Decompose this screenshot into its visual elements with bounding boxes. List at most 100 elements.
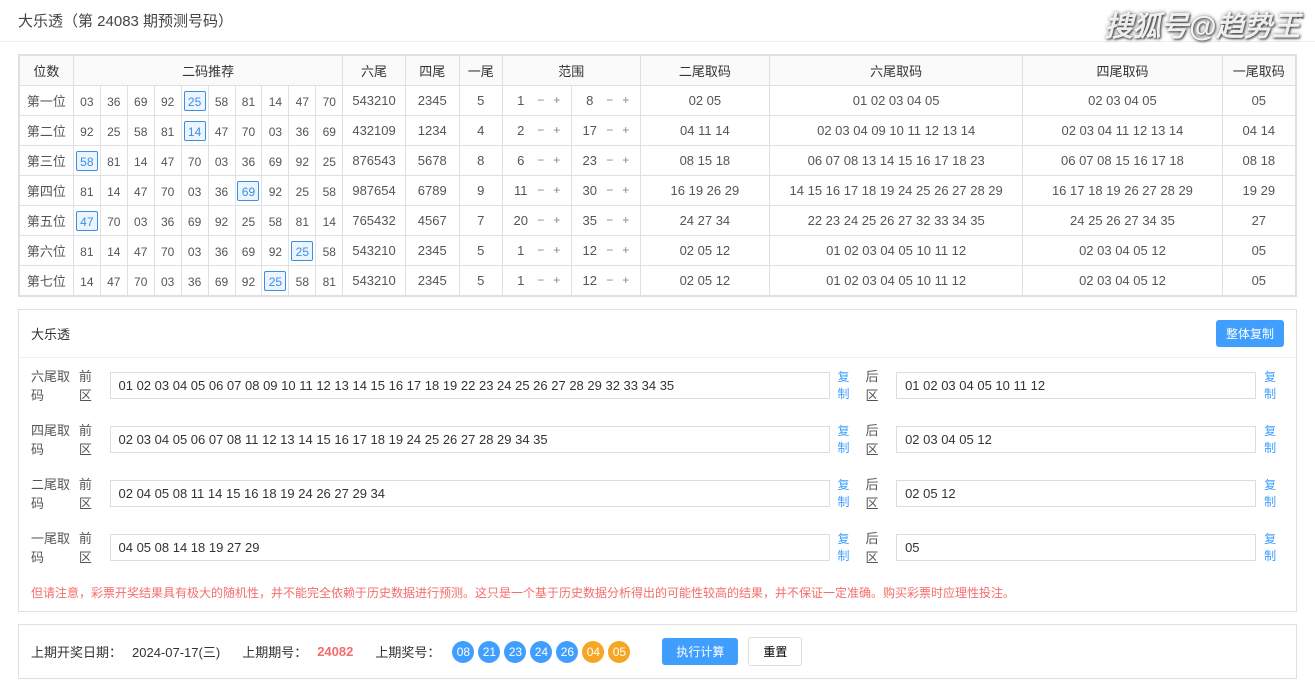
num-cell[interactable]: 47 bbox=[127, 236, 154, 266]
increment-icon[interactable]: + bbox=[619, 94, 633, 108]
increment-icon[interactable]: + bbox=[550, 154, 564, 168]
num-cell[interactable]: 92 bbox=[235, 266, 262, 296]
decrement-icon[interactable]: − bbox=[534, 184, 548, 198]
increment-icon[interactable]: + bbox=[619, 154, 633, 168]
num-cell[interactable]: 58 bbox=[289, 266, 316, 296]
num-cell[interactable]: 69 bbox=[235, 176, 262, 206]
num-cell[interactable]: 92 bbox=[289, 146, 316, 176]
num-cell[interactable]: 14 bbox=[262, 86, 289, 116]
num-cell[interactable]: 69 bbox=[181, 206, 208, 236]
increment-icon[interactable]: + bbox=[619, 244, 633, 258]
num-cell[interactable]: 81 bbox=[73, 176, 100, 206]
num-cell[interactable]: 69 bbox=[316, 116, 343, 146]
num-cell[interactable]: 70 bbox=[181, 146, 208, 176]
increment-icon[interactable]: + bbox=[550, 244, 564, 258]
num-cell[interactable]: 25 bbox=[235, 206, 262, 236]
num-cell[interactable]: 25 bbox=[262, 266, 289, 296]
num-cell[interactable]: 58 bbox=[208, 86, 235, 116]
num-cell[interactable]: 14 bbox=[73, 266, 100, 296]
num-cell[interactable]: 03 bbox=[73, 86, 100, 116]
decrement-icon[interactable]: − bbox=[603, 94, 617, 108]
num-cell[interactable]: 69 bbox=[262, 146, 289, 176]
decrement-icon[interactable]: − bbox=[534, 124, 548, 138]
num-cell[interactable]: 70 bbox=[235, 116, 262, 146]
num-cell[interactable]: 92 bbox=[262, 176, 289, 206]
copy-back-link[interactable]: 复制 bbox=[1264, 368, 1284, 402]
copy-front-link[interactable]: 复制 bbox=[838, 422, 858, 456]
num-cell[interactable]: 92 bbox=[154, 86, 181, 116]
num-cell[interactable]: 69 bbox=[127, 86, 154, 116]
increment-icon[interactable]: + bbox=[550, 124, 564, 138]
num-cell[interactable]: 03 bbox=[181, 236, 208, 266]
execute-button[interactable]: 执行计算 bbox=[662, 638, 738, 665]
num-cell[interactable]: 92 bbox=[73, 116, 100, 146]
num-cell[interactable]: 14 bbox=[127, 146, 154, 176]
increment-icon[interactable]: + bbox=[619, 184, 633, 198]
copy-front-link[interactable]: 复制 bbox=[838, 476, 858, 510]
num-cell[interactable]: 58 bbox=[316, 176, 343, 206]
num-cell[interactable]: 58 bbox=[262, 206, 289, 236]
num-cell[interactable]: 47 bbox=[289, 86, 316, 116]
decrement-icon[interactable]: − bbox=[603, 124, 617, 138]
copy-front-link[interactable]: 复制 bbox=[838, 530, 858, 564]
num-cell[interactable]: 70 bbox=[316, 86, 343, 116]
num-cell[interactable]: 81 bbox=[154, 116, 181, 146]
num-cell[interactable]: 36 bbox=[235, 146, 262, 176]
num-cell[interactable]: 14 bbox=[181, 116, 208, 146]
num-cell[interactable]: 36 bbox=[181, 266, 208, 296]
num-cell[interactable]: 69 bbox=[235, 236, 262, 266]
decrement-icon[interactable]: − bbox=[603, 184, 617, 198]
num-cell[interactable]: 58 bbox=[316, 236, 343, 266]
num-cell[interactable]: 92 bbox=[262, 236, 289, 266]
decrement-icon[interactable]: − bbox=[534, 214, 548, 228]
num-cell[interactable]: 36 bbox=[289, 116, 316, 146]
num-cell[interactable]: 47 bbox=[127, 176, 154, 206]
num-cell[interactable]: 81 bbox=[316, 266, 343, 296]
decrement-icon[interactable]: − bbox=[603, 274, 617, 288]
copy-all-button[interactable]: 整体复制 bbox=[1216, 320, 1284, 347]
num-cell[interactable]: 58 bbox=[127, 116, 154, 146]
num-cell[interactable]: 36 bbox=[100, 86, 127, 116]
num-cell[interactable]: 70 bbox=[127, 266, 154, 296]
reset-button[interactable]: 重置 bbox=[748, 637, 802, 666]
decrement-icon[interactable]: − bbox=[603, 244, 617, 258]
decrement-icon[interactable]: − bbox=[534, 244, 548, 258]
num-cell[interactable]: 03 bbox=[127, 206, 154, 236]
num-cell[interactable]: 92 bbox=[208, 206, 235, 236]
num-cell[interactable]: 36 bbox=[208, 176, 235, 206]
num-cell[interactable]: 03 bbox=[262, 116, 289, 146]
num-cell[interactable]: 25 bbox=[181, 86, 208, 116]
num-cell[interactable]: 03 bbox=[181, 176, 208, 206]
num-cell[interactable]: 81 bbox=[289, 206, 316, 236]
copy-back-link[interactable]: 复制 bbox=[1264, 530, 1284, 564]
num-cell[interactable]: 58 bbox=[73, 146, 100, 176]
copy-front-link[interactable]: 复制 bbox=[838, 368, 858, 402]
num-cell[interactable]: 81 bbox=[73, 236, 100, 266]
num-cell[interactable]: 14 bbox=[316, 206, 343, 236]
num-cell[interactable]: 47 bbox=[154, 146, 181, 176]
decrement-icon[interactable]: − bbox=[603, 214, 617, 228]
increment-icon[interactable]: + bbox=[550, 214, 564, 228]
increment-icon[interactable]: + bbox=[550, 94, 564, 108]
increment-icon[interactable]: + bbox=[619, 274, 633, 288]
decrement-icon[interactable]: − bbox=[534, 154, 548, 168]
decrement-icon[interactable]: − bbox=[603, 154, 617, 168]
num-cell[interactable]: 25 bbox=[100, 116, 127, 146]
increment-icon[interactable]: + bbox=[619, 214, 633, 228]
num-cell[interactable]: 47 bbox=[100, 266, 127, 296]
num-cell[interactable]: 25 bbox=[289, 236, 316, 266]
copy-back-link[interactable]: 复制 bbox=[1264, 476, 1284, 510]
increment-icon[interactable]: + bbox=[550, 184, 564, 198]
num-cell[interactable]: 47 bbox=[73, 206, 100, 236]
increment-icon[interactable]: + bbox=[550, 274, 564, 288]
num-cell[interactable]: 70 bbox=[154, 176, 181, 206]
num-cell[interactable]: 14 bbox=[100, 236, 127, 266]
num-cell[interactable]: 81 bbox=[100, 146, 127, 176]
num-cell[interactable]: 70 bbox=[100, 206, 127, 236]
num-cell[interactable]: 25 bbox=[289, 176, 316, 206]
num-cell[interactable]: 03 bbox=[208, 146, 235, 176]
num-cell[interactable]: 14 bbox=[100, 176, 127, 206]
num-cell[interactable]: 36 bbox=[154, 206, 181, 236]
num-cell[interactable]: 70 bbox=[154, 236, 181, 266]
decrement-icon[interactable]: − bbox=[534, 274, 548, 288]
